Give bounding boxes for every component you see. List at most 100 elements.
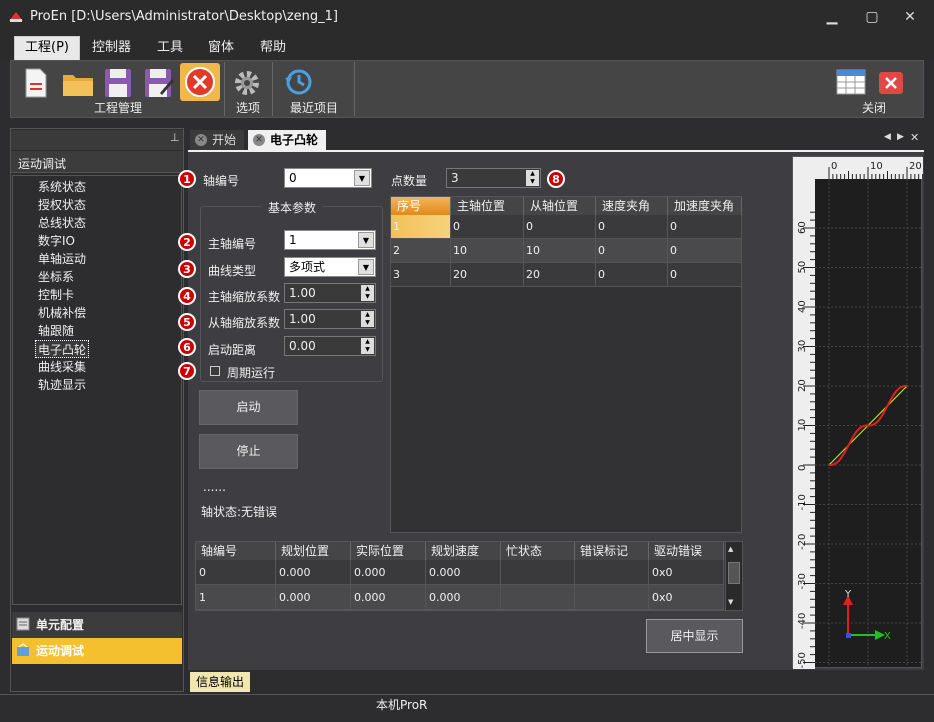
close-window-button[interactable]: ✕: [896, 6, 924, 28]
tab-close-icon[interactable]: ✕: [195, 134, 207, 146]
tab-electronic-cam[interactable]: ✕ 电子凸轮: [248, 130, 327, 150]
axis-no-select[interactable]: 0 ▼: [284, 168, 372, 188]
table-cell[interactable]: [501, 585, 575, 610]
start-button[interactable]: 启动: [199, 390, 298, 425]
spin-down-icon[interactable]: ▼: [361, 319, 374, 327]
axis-table-header[interactable]: 规划速度: [426, 542, 501, 560]
table-cell[interactable]: 0: [596, 239, 668, 263]
tree-item-curve-capture[interactable]: 曲线采集: [38, 358, 86, 376]
table-cell[interactable]: 0.000: [351, 585, 426, 610]
table-cell[interactable]: 0: [196, 560, 276, 585]
point-table-header[interactable]: 从轴位置: [524, 197, 596, 215]
open-folder-icon[interactable]: [60, 65, 96, 101]
stop-button[interactable]: 停止: [199, 434, 298, 469]
tree-item-bus-status[interactable]: 总线状态: [38, 214, 86, 232]
tab-close-all-icon[interactable]: ✕: [910, 131, 919, 144]
minimize-button[interactable]: ▁: [818, 6, 846, 28]
table-cell[interactable]: 0: [668, 215, 742, 239]
point-table-header[interactable]: 主轴位置: [451, 197, 524, 215]
new-project-icon[interactable]: [18, 65, 54, 101]
spin-down-icon[interactable]: ▼: [526, 178, 539, 186]
history-icon[interactable]: [282, 66, 314, 98]
table-cell[interactable]: 20: [451, 263, 524, 287]
chevron-down-icon[interactable]: ▼: [358, 232, 374, 248]
tree-item-license-status[interactable]: 授权状态: [38, 196, 86, 214]
nav-section-unit-config[interactable]: 单元配置: [12, 612, 182, 638]
menu-project[interactable]: 工程(P): [14, 36, 80, 60]
axis-table-header[interactable]: 忙状态: [501, 542, 575, 560]
periodic-checkbox[interactable]: [210, 366, 220, 376]
point-table-header[interactable]: 序号: [391, 197, 451, 215]
table-cell[interactable]: 20: [524, 263, 596, 287]
save-as-icon[interactable]: [140, 65, 176, 101]
spin-up-icon[interactable]: ▲: [526, 170, 539, 178]
table-cell[interactable]: [575, 560, 649, 585]
table-cell[interactable]: 0: [668, 239, 742, 263]
table-cell[interactable]: 0: [596, 263, 668, 287]
table-cell[interactable]: 0x0: [649, 560, 724, 585]
ribbon-recent-label[interactable]: 最近项目: [290, 99, 338, 116]
point-count-spinner[interactable]: 3 ▲ ▼: [446, 168, 541, 188]
spin-up-icon[interactable]: ▲: [361, 311, 374, 319]
nav-section-motion-debug[interactable]: 运动调试: [12, 638, 182, 664]
curve-type-select[interactable]: 多项式 ▼: [284, 257, 376, 277]
axis-table-header[interactable]: 轴编号: [196, 542, 276, 560]
master-scale-spinner[interactable]: 1.00 ▲ ▼: [284, 283, 376, 303]
table-cell[interactable]: 1: [391, 215, 451, 239]
axis-table-header[interactable]: 驱动错误: [649, 542, 724, 560]
chevron-down-icon[interactable]: ▼: [358, 259, 374, 275]
ribbon-options-label[interactable]: 选项: [236, 99, 260, 116]
table-cell[interactable]: 0: [596, 215, 668, 239]
pin-icon[interactable]: ⊥: [170, 131, 180, 144]
slave-scale-spinner[interactable]: 1.00 ▲ ▼: [284, 309, 376, 329]
maximize-button[interactable]: ▢: [858, 6, 886, 28]
table-cell[interactable]: 10: [524, 239, 596, 263]
scroll-up-icon[interactable]: ▲: [728, 545, 733, 553]
table-cell[interactable]: 10: [451, 239, 524, 263]
table-cell[interactable]: [501, 560, 575, 585]
spin-down-icon[interactable]: ▼: [361, 293, 374, 301]
table-cell[interactable]: 0.000: [426, 560, 501, 585]
axis-table-header[interactable]: 规划位置: [276, 542, 351, 560]
table-cell[interactable]: 0.000: [276, 585, 351, 610]
close-project-button[interactable]: [180, 63, 220, 101]
tab-close-icon[interactable]: ✕: [253, 134, 265, 146]
save-icon[interactable]: [100, 65, 136, 101]
gear-icon[interactable]: [230, 66, 264, 100]
scroll-down-icon[interactable]: ▼: [728, 598, 733, 606]
point-table-header[interactable]: 速度夹角: [596, 197, 668, 215]
table-cell[interactable]: 0x0: [649, 585, 724, 610]
chevron-down-icon[interactable]: ▼: [354, 170, 370, 186]
table-cell[interactable]: 0: [524, 215, 596, 239]
axis-table-header[interactable]: 错误标记: [575, 542, 649, 560]
menu-tools[interactable]: 工具: [147, 38, 193, 58]
tree-item-electronic-cam[interactable]: 电子凸轮: [35, 340, 90, 358]
tab-start[interactable]: ✕ 开始: [190, 130, 245, 150]
menu-help[interactable]: 帮助: [250, 38, 296, 58]
output-tab[interactable]: 信息输出: [190, 672, 250, 692]
table-cell[interactable]: 0.000: [276, 560, 351, 585]
cam-curve-plot[interactable]: 0 10 20 60 50 40 30 20 10 0 -10 -20 -30 -40 -50 YX: [792, 156, 923, 669]
point-table-header[interactable]: 加速度夹角: [668, 197, 742, 215]
tree-item-axis-follow[interactable]: 轴跟随: [38, 322, 74, 340]
master-axis-select[interactable]: 1 ▼: [284, 230, 376, 250]
table-cell[interactable]: 0: [668, 263, 742, 287]
tree-item-control-card[interactable]: 控制卡: [38, 286, 74, 304]
spin-up-icon[interactable]: ▲: [361, 338, 374, 346]
table-cell[interactable]: 3: [391, 263, 451, 287]
tab-prev-icon[interactable]: ◀: [884, 132, 891, 142]
spin-up-icon[interactable]: ▲: [361, 285, 374, 293]
menu-window[interactable]: 窗体: [198, 38, 244, 58]
table-cell[interactable]: [575, 585, 649, 610]
tree-item-coordinate[interactable]: 坐标系: [38, 268, 74, 286]
close-file-icon[interactable]: [876, 66, 906, 98]
menu-controller[interactable]: 控制器: [82, 38, 141, 58]
start-distance-spinner[interactable]: 0.00 ▲ ▼: [284, 336, 376, 356]
center-display-button[interactable]: 居中显示: [646, 619, 743, 653]
tree-item-digital-io[interactable]: 数字IO: [38, 232, 75, 250]
table-cell[interactable]: 0.000: [426, 585, 501, 610]
spin-down-icon[interactable]: ▼: [361, 346, 374, 354]
axis-table-scrollbar[interactable]: ▲ ▼: [725, 542, 742, 610]
tab-next-icon[interactable]: ▶: [897, 132, 904, 142]
tree-item-trajectory[interactable]: 轨迹显示: [38, 376, 86, 394]
